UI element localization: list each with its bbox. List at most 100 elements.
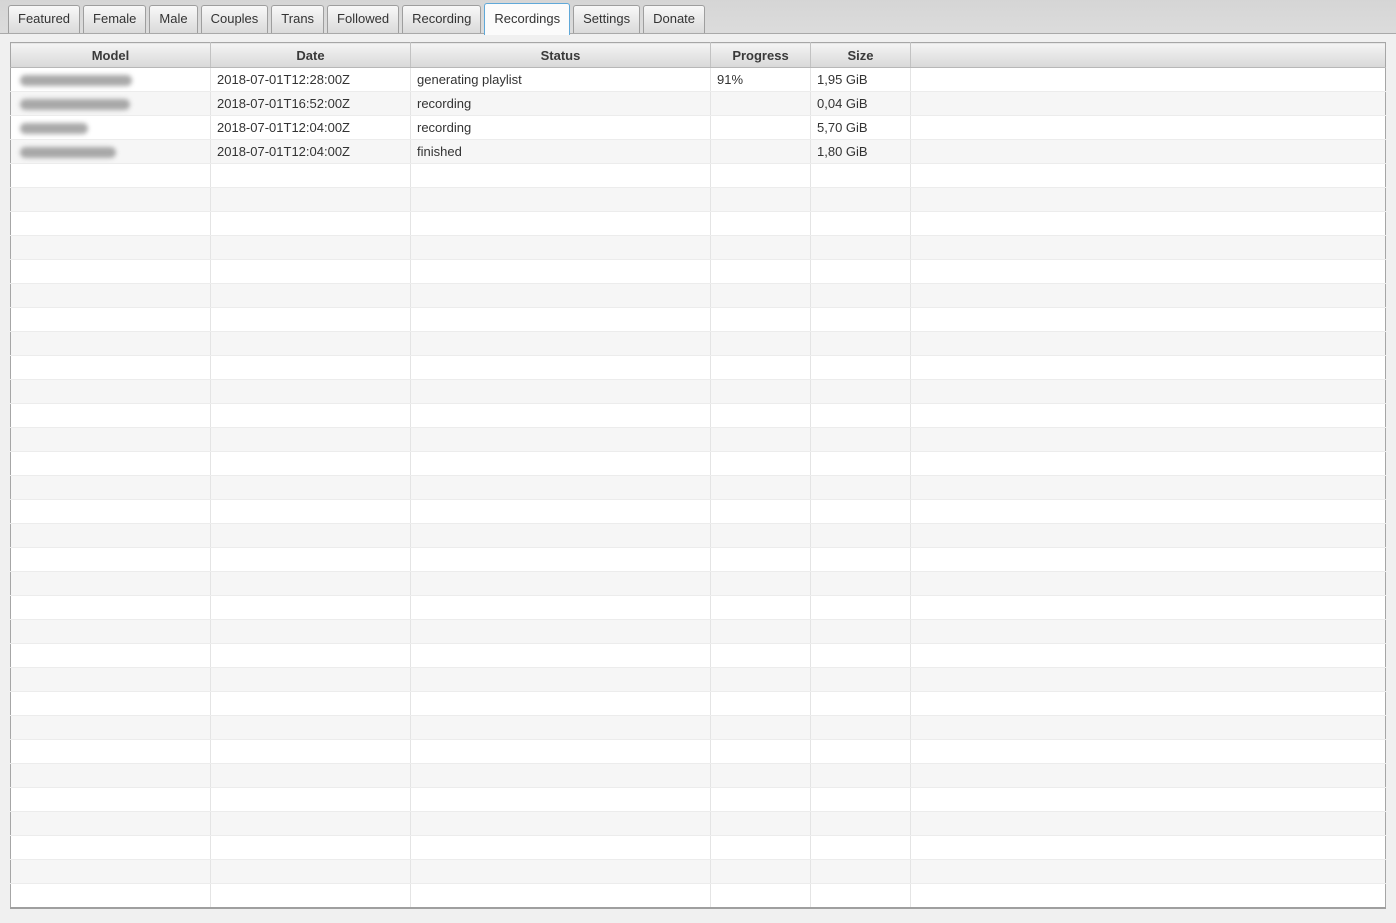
empty-cell-status [410,379,711,404]
empty-cell-size [810,331,911,356]
column-header-status[interactable]: Status [410,42,711,68]
empty-cell-progress [710,811,811,836]
tab-followed[interactable]: Followed [327,5,400,33]
empty-cell-progress [710,331,811,356]
empty-cell-status [410,715,711,740]
empty-row [10,691,1386,716]
empty-cell-progress [710,379,811,404]
table-row[interactable]: 2018-07-01T12:28:00Z generating playlist 9… [10,67,1386,92]
table-row[interactable]: 2018-07-01T12:04:00Z finished 1,80 GiB [10,139,1386,164]
empty-cell-progress [710,571,811,596]
empty-row [10,811,1386,836]
empty-cell-size [810,619,911,644]
empty-cell-filler [910,355,1386,380]
empty-cell-date [210,523,411,548]
column-header-progress[interactable]: Progress [710,42,811,68]
empty-cell-status [410,331,711,356]
empty-cell-status [410,187,711,212]
empty-cell-date [210,283,411,308]
cell-date: 2018-07-01T16:52:00Z [210,91,411,116]
empty-cell-date [210,427,411,452]
cell-date: 2018-07-01T12:28:00Z [210,67,411,92]
empty-cell-date [210,475,411,500]
tab-recordings[interactable]: Recordings [484,3,571,35]
cell-date: 2018-07-01T12:04:00Z [210,139,411,164]
empty-cell-model [10,283,211,308]
empty-cell-model [10,739,211,764]
empty-cell-size [810,259,911,284]
empty-cell-model [10,523,211,548]
tab-couples[interactable]: Couples [200,5,269,33]
empty-row [10,475,1386,500]
empty-cell-size [810,835,911,860]
table-row[interactable]: 2018-07-01T12:04:00Z recording 5,70 GiB [10,115,1386,140]
cell-filler [910,67,1386,92]
empty-cell-model [10,427,211,452]
empty-cell-status [410,619,711,644]
empty-cell-size [810,643,911,668]
empty-cell-size [810,595,911,620]
empty-cell-model [10,475,211,500]
empty-cell-model [10,883,211,909]
tab-bar: Featured Female Male Couples Trans Followed Re… [0,0,1396,35]
tab-featured[interactable]: Featured [8,5,81,33]
empty-cell-status [410,451,711,476]
empty-cell-model [10,235,211,260]
column-header-model[interactable]: Model [10,42,211,68]
empty-row [10,379,1386,404]
empty-cell-filler [910,307,1386,332]
empty-cell-date [210,715,411,740]
table-row[interactable]: 2018-07-01T16:52:00Z recording 0,04 GiB [10,91,1386,116]
empty-row [10,427,1386,452]
empty-cell-status [410,547,711,572]
empty-cell-filler [910,739,1386,764]
empty-cell-date [210,595,411,620]
empty-cell-status [410,163,711,188]
empty-cell-progress [710,499,811,524]
empty-cell-date [210,259,411,284]
tab-donate[interactable]: Donate [643,5,706,33]
tab-trans[interactable]: Trans [271,5,325,33]
empty-cell-model [10,595,211,620]
tab-male[interactable]: Male [149,5,198,33]
empty-cell-date [210,739,411,764]
empty-cell-status [410,403,711,428]
empty-cell-status [410,499,711,524]
empty-cell-size [810,715,911,740]
empty-cell-progress [710,427,811,452]
empty-cell-status [410,667,711,692]
empty-cell-status [410,787,711,812]
empty-cell-filler [910,451,1386,476]
column-header-filler[interactable] [910,42,1386,68]
cell-status: recording [410,91,711,116]
empty-cell-status [410,259,711,284]
app-window: Featured Female Male Couples Trans Followed Re… [0,0,1396,909]
empty-cell-date [210,643,411,668]
cell-status: finished [410,139,711,164]
empty-cell-progress [710,475,811,500]
empty-row [10,787,1386,812]
empty-cell-progress [710,643,811,668]
empty-row [10,187,1386,212]
empty-cell-size [810,307,911,332]
tab-female[interactable]: Female [83,5,147,33]
cell-model [10,91,211,116]
tab-settings[interactable]: Settings [573,5,641,33]
empty-cell-progress [710,355,811,380]
empty-cell-date [210,571,411,596]
empty-cell-date [210,883,411,909]
empty-cell-model [10,763,211,788]
empty-cell-filler [910,523,1386,548]
empty-cell-size [810,691,911,716]
tab-recording[interactable]: Recording [402,5,482,33]
empty-cell-size [810,571,911,596]
column-header-size[interactable]: Size [810,42,911,68]
empty-cell-progress [710,235,811,260]
empty-row [10,355,1386,380]
empty-cell-model [10,811,211,836]
column-header-date[interactable]: Date [210,42,411,68]
cell-date: 2018-07-01T12:04:00Z [210,115,411,140]
empty-cell-filler [910,547,1386,572]
cell-filler [910,139,1386,164]
empty-cell-status [410,475,711,500]
